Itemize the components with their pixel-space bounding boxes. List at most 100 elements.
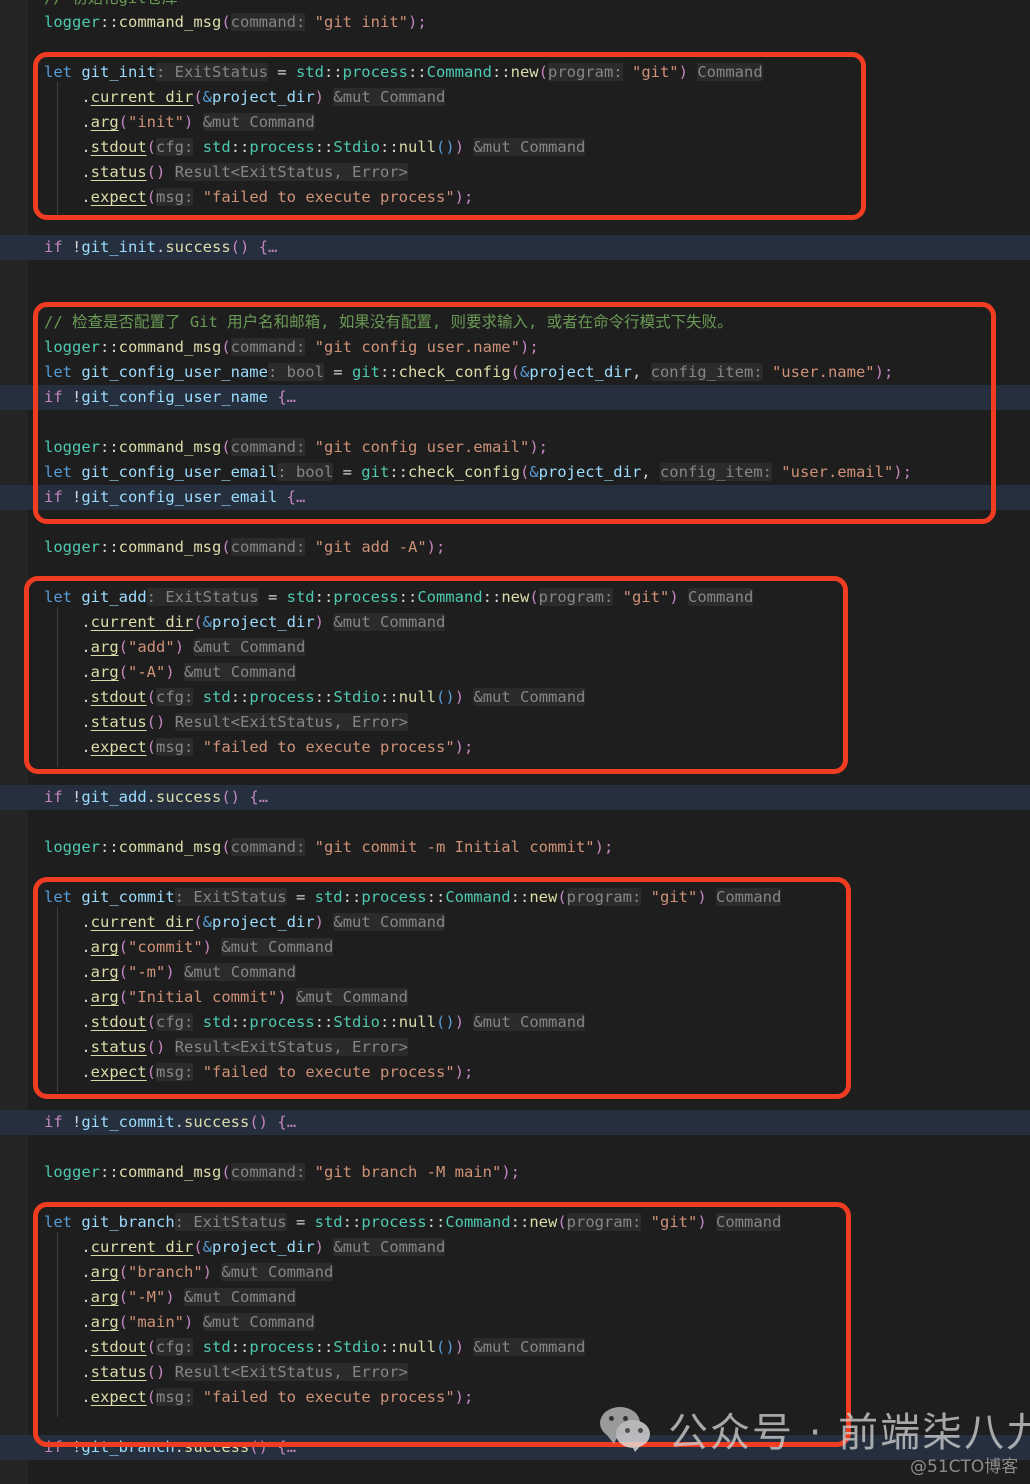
code-line[interactable]: .expect(msg: "failed to execute process"… bbox=[0, 735, 1030, 760]
code-line[interactable]: // 检查是否配置了 Git 用户名和邮箱, 如果没有配置, 则要求输入, 或者… bbox=[0, 310, 1030, 335]
token-punc: ( bbox=[193, 913, 203, 931]
token-op bbox=[175, 963, 184, 981]
token-punc: () bbox=[221, 788, 241, 806]
token-op bbox=[184, 638, 193, 656]
code-line[interactable]: let git_commit: ExitStatus = std::proces… bbox=[0, 885, 1030, 910]
token-fn: null bbox=[398, 688, 437, 706]
token-punc: ( bbox=[146, 1063, 157, 1081]
token-fn: null bbox=[398, 1013, 437, 1031]
token-str: "failed to execute process" bbox=[202, 1063, 455, 1081]
code-line[interactable]: logger::command_msg(command: "git config… bbox=[0, 435, 1030, 460]
code-line[interactable]: let git_config_user_name: bool = git::ch… bbox=[0, 360, 1030, 385]
token-str: "-M" bbox=[128, 1288, 166, 1306]
token-op bbox=[193, 113, 202, 131]
token-type: std bbox=[202, 1338, 231, 1356]
code-line-folded[interactable]: if !git_add.success() {… bbox=[0, 785, 1030, 810]
token-punc: ); bbox=[874, 363, 894, 381]
token-hint: : ExitStatus bbox=[174, 888, 287, 906]
token-op: . bbox=[44, 1363, 91, 1381]
token-str: "git branch -M main" bbox=[314, 1163, 502, 1181]
token-fnu: current_dir bbox=[90, 913, 194, 931]
token-op bbox=[305, 338, 314, 356]
code-line[interactable]: let git_init: ExitStatus = std::process:… bbox=[0, 60, 1030, 85]
code-line[interactable]: .arg("-M") &mut Command bbox=[0, 1285, 1030, 1310]
code-line[interactable]: .arg("init") &mut Command bbox=[0, 110, 1030, 135]
code-line-folded[interactable]: if !git_init.success() {… bbox=[0, 235, 1030, 260]
token-punc: ( bbox=[510, 363, 520, 381]
token-fnu: current_dir bbox=[90, 1238, 194, 1256]
code-lines-container[interactable]: // 初始化git仓库logger::command_msg(command: … bbox=[0, 0, 1030, 1484]
token-hint: &mut Command bbox=[221, 1263, 334, 1281]
code-line[interactable]: .stdout(cfg: std::process::Stdio::null()… bbox=[0, 135, 1030, 160]
indent-guide bbox=[57, 607, 58, 767]
code-line[interactable]: .status() Result<ExitStatus, Error> bbox=[0, 160, 1030, 185]
token-punc: ( bbox=[118, 1263, 129, 1281]
code-line[interactable]: logger::command_msg(command: "git init")… bbox=[0, 10, 1030, 35]
code-line[interactable]: .expect(msg: "failed to execute process"… bbox=[0, 1060, 1030, 1085]
code-line-folded[interactable]: if !git_commit.success() {… bbox=[0, 1110, 1030, 1135]
token-fnu: arg bbox=[90, 638, 119, 656]
token-var: git_init bbox=[81, 63, 156, 81]
code-line[interactable]: .stdout(cfg: std::process::Stdio::null()… bbox=[0, 685, 1030, 710]
token-fnu: arg bbox=[90, 1288, 119, 1306]
token-type: std bbox=[314, 1213, 343, 1231]
code-line[interactable]: .current_dir(&project_dir) &mut Command bbox=[0, 85, 1030, 110]
code-line[interactable]: .status() Result<ExitStatus, Error> bbox=[0, 710, 1030, 735]
token-punc: ( bbox=[146, 688, 157, 706]
code-line[interactable]: .arg("add") &mut Command bbox=[0, 635, 1030, 660]
code-line[interactable]: .expect(msg: "failed to execute process"… bbox=[0, 185, 1030, 210]
code-line[interactable]: .current_dir(&project_dir) &mut Command bbox=[0, 910, 1030, 935]
code-line[interactable]: .arg("Initial commit") &mut Command bbox=[0, 985, 1030, 1010]
token-hint: program: bbox=[538, 588, 614, 606]
code-line[interactable]: .arg("-m") &mut Command bbox=[0, 960, 1030, 985]
token-colons: :: bbox=[230, 1013, 250, 1031]
token-colons: :: bbox=[482, 588, 502, 606]
token-op bbox=[324, 613, 333, 631]
token-colons: :: bbox=[100, 13, 119, 31]
code-line[interactable]: .arg("-A") &mut Command bbox=[0, 660, 1030, 685]
code-line[interactable]: .current_dir(&project_dir) &mut Command bbox=[0, 1235, 1030, 1260]
token-punc: ) bbox=[277, 988, 287, 1006]
token-op: . bbox=[44, 738, 91, 756]
token-str: "user.email" bbox=[781, 463, 894, 481]
token-op bbox=[165, 713, 174, 731]
token-punc: ( bbox=[221, 838, 231, 856]
code-line[interactable]: logger::command_msg(command: "git config… bbox=[0, 335, 1030, 360]
code-line-folded[interactable]: if !git_config_user_email {… bbox=[0, 485, 1030, 510]
code-line[interactable]: .arg("branch") &mut Command bbox=[0, 1260, 1030, 1285]
token-fn: null bbox=[398, 1338, 437, 1356]
token-op: ! bbox=[72, 388, 82, 406]
token-op bbox=[193, 138, 202, 156]
code-line[interactable]: .arg("commit") &mut Command bbox=[0, 935, 1030, 960]
token-fn: command_msg bbox=[118, 838, 222, 856]
token-op bbox=[707, 888, 716, 906]
code-line[interactable]: let git_config_user_email: bool = git::c… bbox=[0, 460, 1030, 485]
code-line[interactable]: let git_add: ExitStatus = std::process::… bbox=[0, 585, 1030, 610]
token-punc: ( bbox=[146, 188, 157, 206]
code-line[interactable]: .status() Result<ExitStatus, Error> bbox=[0, 1360, 1030, 1385]
token-type: process bbox=[249, 138, 315, 156]
token-punc: ) bbox=[314, 613, 325, 631]
token-fnu: expect bbox=[90, 738, 147, 756]
code-line[interactable]: .stdout(cfg: std::process::Stdio::null()… bbox=[0, 1010, 1030, 1035]
code-line[interactable]: .status() Result<ExitStatus, Error> bbox=[0, 1035, 1030, 1060]
code-line[interactable]: logger::command_msg(command: "git branch… bbox=[0, 1160, 1030, 1185]
code-line-folded[interactable]: if !git_config_user_name {… bbox=[0, 385, 1030, 410]
code-line[interactable]: logger::command_msg(command: "git commit… bbox=[0, 835, 1030, 860]
wechat-watermark: 公众号 · 前端柒八九 bbox=[600, 1400, 1030, 1458]
token-str: "failed to execute process" bbox=[202, 188, 455, 206]
token-hint: &mut Command bbox=[473, 688, 586, 706]
code-line[interactable]: .arg("main") &mut Command bbox=[0, 1310, 1030, 1335]
token-fnu: arg bbox=[90, 988, 119, 1006]
token-op: = bbox=[267, 63, 296, 81]
token-hint: Command bbox=[716, 888, 782, 906]
token-punc: ( bbox=[118, 638, 129, 656]
token-hint: command: bbox=[230, 538, 306, 556]
code-editor-viewport[interactable]: // 初始化git仓库logger::command_msg(command: … bbox=[0, 0, 1030, 1484]
code-line[interactable]: logger::command_msg(command: "git add -A… bbox=[0, 535, 1030, 560]
code-line[interactable]: .stdout(cfg: std::process::Stdio::null()… bbox=[0, 1335, 1030, 1360]
code-line[interactable]: let git_branch: ExitStatus = std::proces… bbox=[0, 1210, 1030, 1235]
token-hint: msg: bbox=[156, 188, 194, 206]
token-punc: ); bbox=[594, 838, 614, 856]
code-line[interactable]: .current_dir(&project_dir) &mut Command bbox=[0, 610, 1030, 635]
